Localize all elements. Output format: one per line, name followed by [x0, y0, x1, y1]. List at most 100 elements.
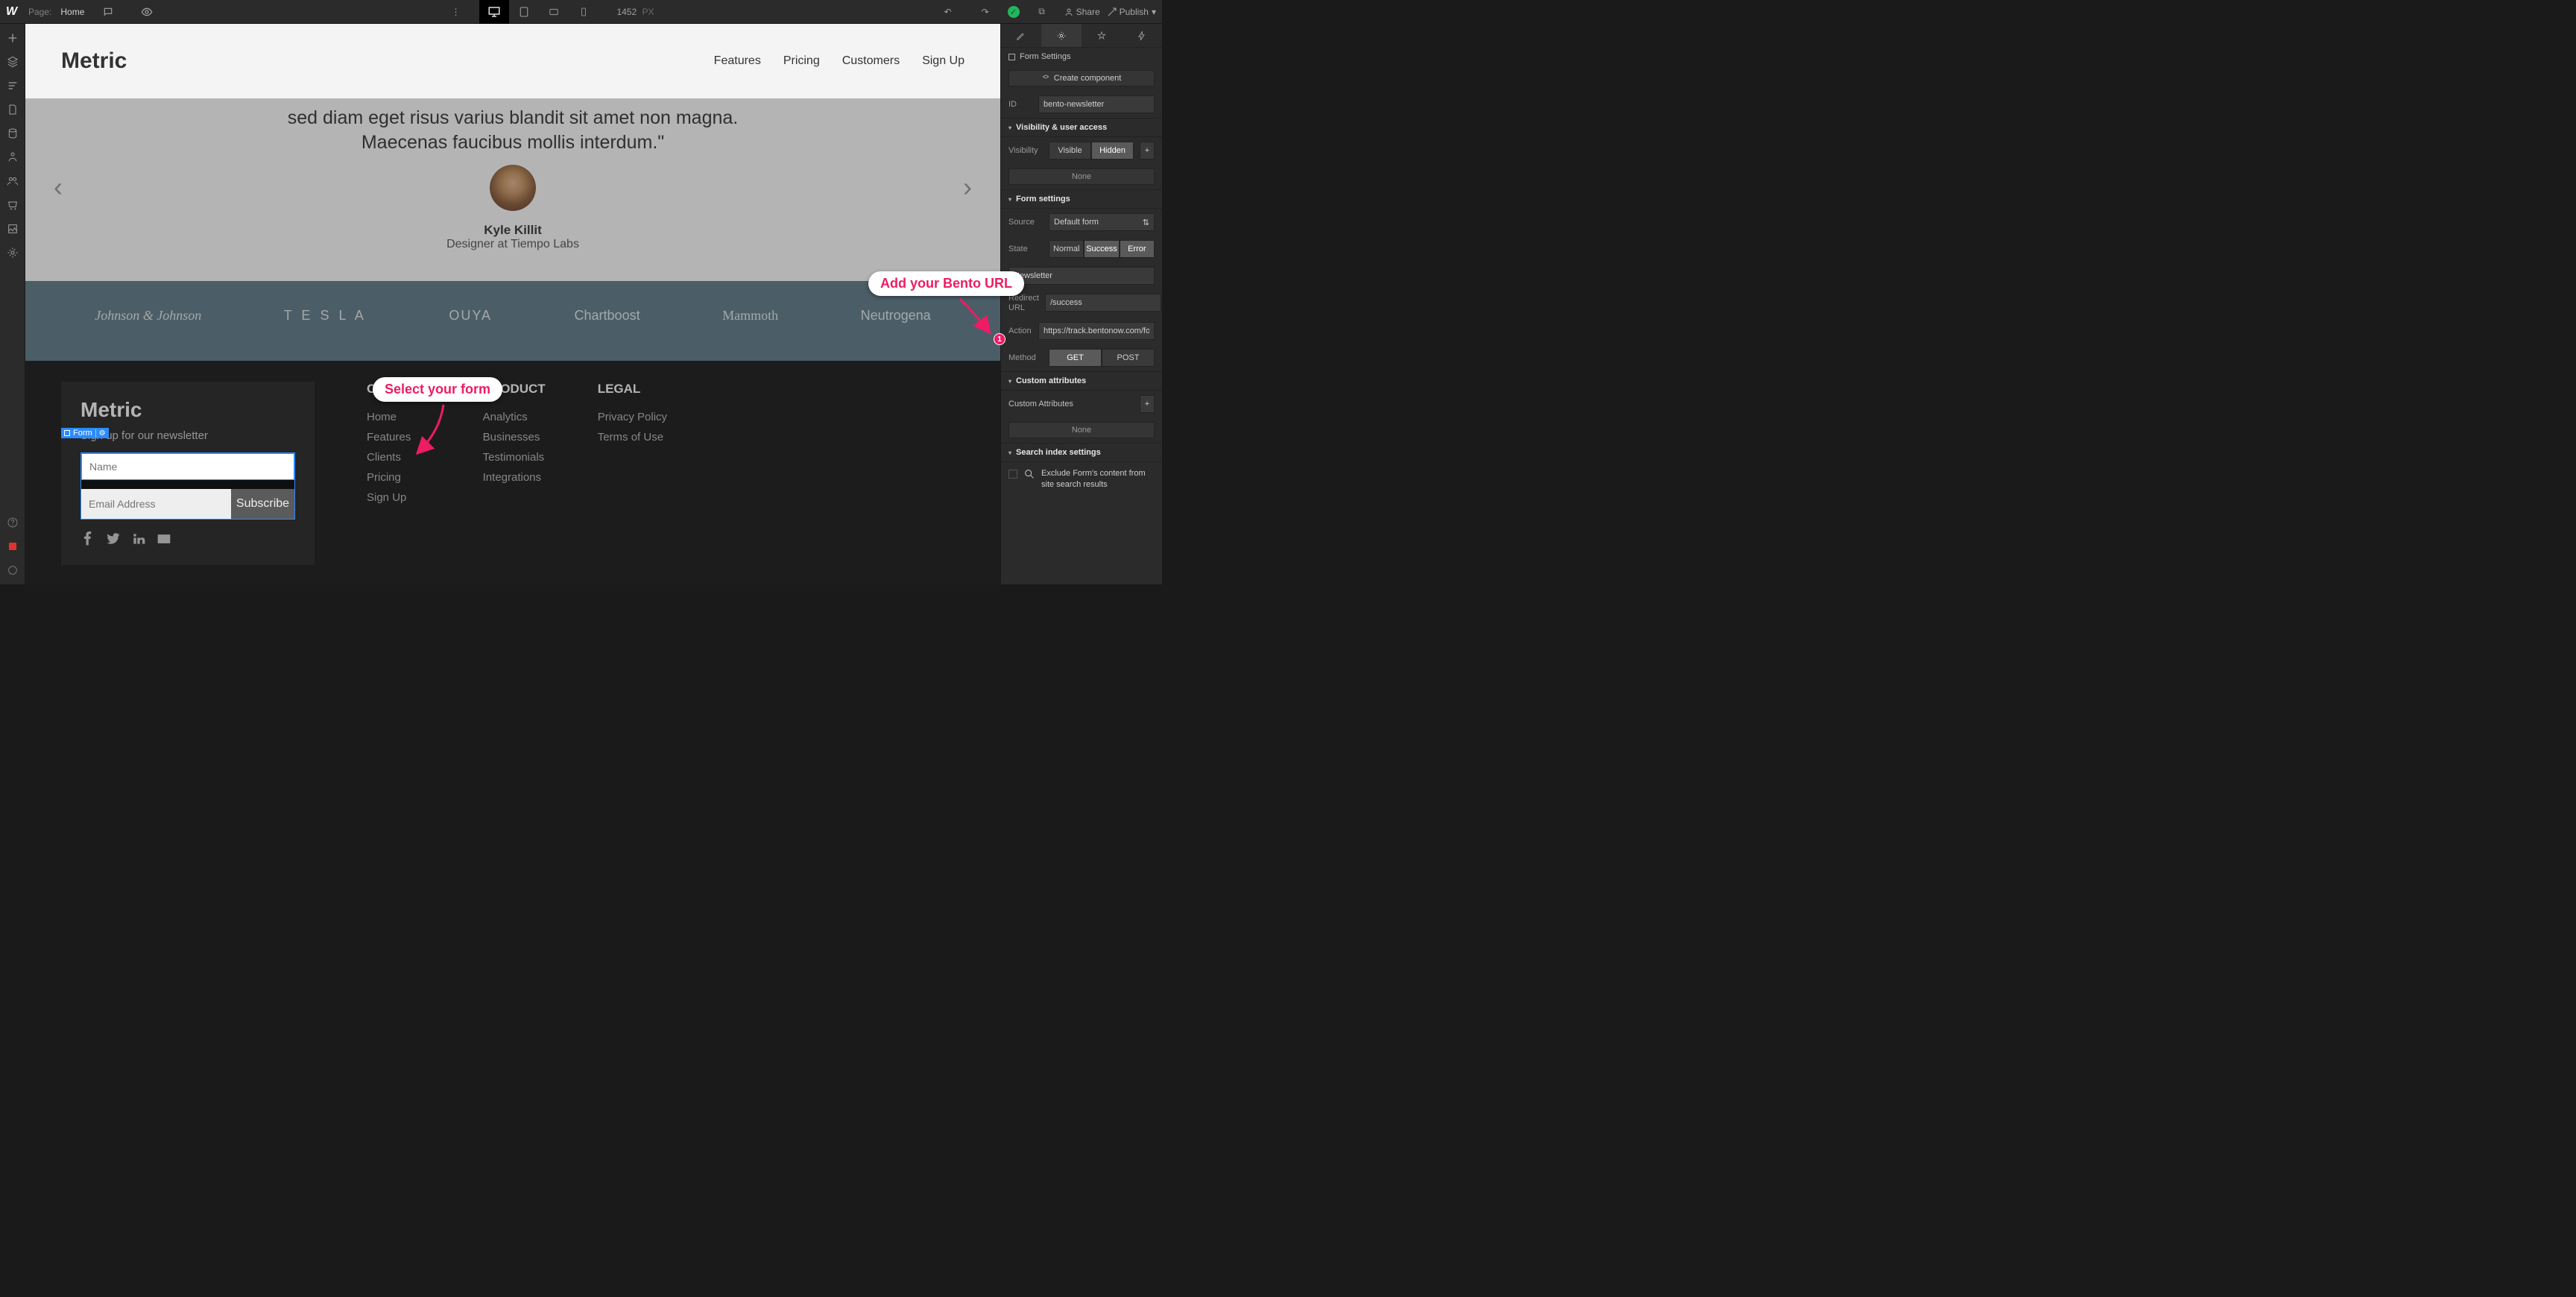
publish-button[interactable]: Publish ▾ — [1108, 7, 1156, 17]
footer-link[interactable]: Businesses — [483, 427, 546, 447]
site-logo[interactable]: Metric — [61, 48, 127, 74]
action-label: Action — [1008, 326, 1032, 335]
visibility-visible[interactable]: Visible — [1049, 142, 1091, 160]
section-custom-attributes[interactable]: Custom attributes — [1001, 371, 1162, 391]
form-element-tag[interactable]: Form ⚙ — [61, 428, 109, 438]
device-tablet-landscape-icon[interactable] — [539, 0, 569, 24]
cms-icon[interactable] — [3, 124, 22, 143]
search-exclude-icon — [1023, 468, 1035, 480]
device-tablet-icon[interactable] — [509, 0, 539, 24]
more-icon[interactable]: ⋮ — [441, 0, 470, 24]
undo-icon[interactable]: ↶ — [933, 0, 963, 24]
canvas-area: Metric Features Pricing Customers Sign U… — [25, 24, 1000, 584]
facebook-icon[interactable] — [80, 531, 95, 549]
footer-link[interactable]: Privacy Policy — [598, 407, 667, 427]
code-export-icon[interactable]: ⧉ — [1027, 0, 1057, 24]
device-desktop-icon[interactable] — [479, 0, 509, 24]
canvas[interactable]: Metric Features Pricing Customers Sign U… — [25, 24, 1000, 584]
nav-item[interactable]: Customers — [842, 54, 900, 68]
users-icon[interactable] — [3, 148, 22, 167]
section-visibility[interactable]: Visibility & user access — [1001, 118, 1162, 137]
state-segment: Normal Success Error — [1049, 240, 1155, 258]
create-component-button[interactable]: Create component — [1008, 70, 1155, 86]
annotation-arrow — [953, 295, 997, 342]
device-mobile-icon[interactable] — [569, 0, 599, 24]
linkedin-icon[interactable] — [131, 531, 146, 549]
record-icon[interactable] — [3, 537, 22, 556]
element-type-chip[interactable]: Form Settings — [1001, 48, 1162, 66]
newsletter-form[interactable]: Subscribe — [80, 452, 295, 520]
help-icon[interactable] — [3, 513, 22, 532]
custom-attr-add-icon[interactable]: + — [1140, 395, 1155, 413]
testimonial-name: Kyle Killit — [61, 223, 965, 238]
name-input[interactable] — [81, 453, 294, 480]
tab-style-icon[interactable] — [1001, 24, 1041, 47]
webflow-logo-icon[interactable]: W — [6, 5, 19, 19]
left-toolbar — [0, 24, 25, 584]
redirect-url-input[interactable] — [1045, 294, 1161, 312]
visibility-label: Visibility — [1008, 146, 1043, 155]
id-label: ID — [1008, 100, 1032, 109]
settings-icon[interactable] — [3, 243, 22, 262]
preview-eye-icon[interactable] — [132, 0, 162, 24]
ecommerce-icon[interactable] — [3, 195, 22, 215]
assets-icon[interactable] — [3, 219, 22, 239]
redo-icon[interactable]: ↷ — [970, 0, 1000, 24]
tab-style-manager-icon[interactable] — [1082, 24, 1122, 47]
status-ok-icon[interactable]: ✓ — [1008, 6, 1020, 18]
visibility-hidden[interactable]: Hidden — [1091, 142, 1134, 160]
source-label: Source — [1008, 218, 1043, 227]
carousel-next-icon[interactable]: › — [963, 171, 972, 202]
footer-link[interactable]: Pricing — [367, 467, 431, 487]
footer-link[interactable]: Terms of Use — [598, 427, 667, 447]
section-form-settings[interactable]: Form settings — [1001, 189, 1162, 209]
symbols-icon[interactable] — [3, 52, 22, 72]
share-button[interactable]: Share — [1064, 7, 1100, 17]
form-tag-label: Form — [73, 429, 92, 438]
email-input[interactable] — [81, 489, 231, 519]
brand-logo: T E S L A — [284, 308, 367, 324]
carousel-prev-icon[interactable]: ‹ — [54, 171, 63, 202]
section-search-index[interactable]: Search index settings — [1001, 443, 1162, 462]
add-element-icon[interactable] — [3, 28, 22, 48]
source-select[interactable]: Default form⇅ — [1049, 213, 1155, 231]
id-input[interactable] — [1038, 95, 1155, 113]
action-input[interactable] — [1038, 322, 1155, 340]
visibility-none[interactable]: None — [1008, 168, 1155, 185]
nav-item[interactable]: Features — [714, 54, 761, 68]
share-label: Share — [1076, 7, 1100, 17]
comments-icon[interactable] — [93, 0, 123, 24]
tab-interactions-icon[interactable] — [1122, 24, 1162, 47]
state-normal[interactable]: Normal — [1049, 240, 1084, 258]
nav-item[interactable]: Sign Up — [922, 54, 965, 68]
state-success[interactable]: Success — [1084, 240, 1119, 258]
testimonial-section: sed diam eget risus varius blandit sit a… — [25, 98, 1000, 281]
method-post[interactable]: POST — [1102, 349, 1155, 367]
create-component-label: Create component — [1054, 74, 1122, 83]
email-icon[interactable] — [157, 531, 171, 549]
navigator-icon[interactable] — [3, 76, 22, 95]
footer-link[interactable]: Analytics — [483, 407, 546, 427]
footer-link[interactable]: Integrations — [483, 467, 546, 487]
search-exclude-checkbox[interactable] — [1008, 470, 1017, 479]
custom-attr-none: None — [1008, 422, 1155, 438]
chevron-down-icon: ▾ — [1152, 7, 1156, 17]
method-get[interactable]: GET — [1049, 349, 1102, 367]
pages-icon[interactable] — [3, 100, 22, 119]
visibility-add-icon[interactable]: + — [1140, 142, 1155, 160]
canvas-width[interactable]: 1452 PX — [616, 7, 654, 17]
brand-logo: Johnson & Johnson — [95, 308, 201, 324]
device-switcher — [479, 0, 599, 24]
twitter-icon[interactable] — [106, 531, 121, 549]
tab-settings-icon[interactable] — [1041, 24, 1082, 47]
team-icon[interactable] — [3, 171, 22, 191]
nav-item[interactable]: Pricing — [783, 54, 820, 68]
footer-link[interactable]: Sign Up — [367, 487, 431, 508]
audit-icon[interactable] — [3, 561, 22, 580]
footer-link[interactable]: Testimonials — [483, 447, 546, 467]
subscribe-button[interactable]: Subscribe — [231, 489, 294, 519]
page-name[interactable]: Home — [60, 7, 84, 17]
form-name-input[interactable] — [1008, 267, 1155, 285]
state-error[interactable]: Error — [1120, 240, 1155, 258]
gear-icon[interactable]: ⚙ — [95, 429, 106, 438]
